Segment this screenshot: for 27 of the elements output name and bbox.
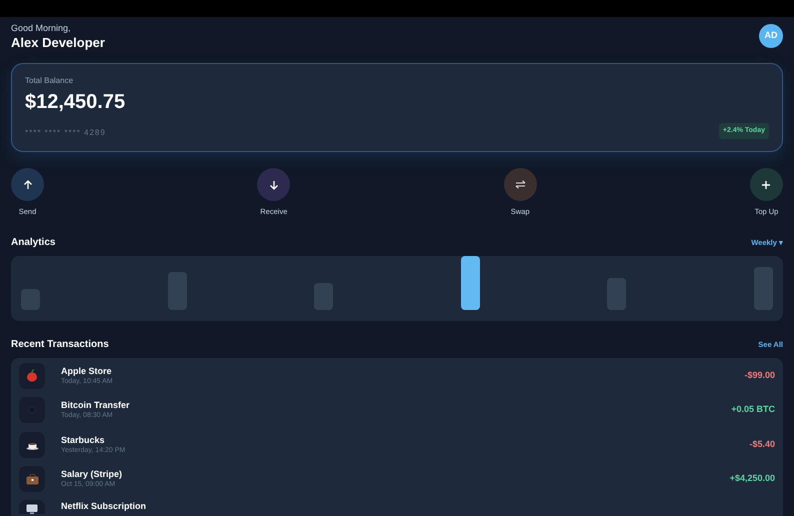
section-title: Analytics [11,236,56,250]
transaction-name: Netflix Subscription [61,500,146,512]
apple-icon [26,369,38,382]
transaction-name: Salary (Stripe) [61,468,122,480]
tv-icon [26,504,38,514]
balance-label: Total Balance [25,75,74,87]
balance-amount: $12,450.75 [25,90,126,115]
transaction-amount: +0.05 BTC [731,403,775,416]
transaction-name: Bitcoin Transfer [61,399,130,411]
section-title: Recent Transactions [11,338,109,352]
user-name: Alex Developer [11,34,105,52]
transaction-name: Starbucks [61,434,106,446]
plus-icon [762,180,770,188]
transaction-amount: +$4,250.00 [730,472,775,486]
transaction-amount: -$99.00 [744,368,775,382]
briefcase-icon [26,474,38,484]
action-button[interactable] [750,168,783,201]
action-button[interactable] [11,168,44,201]
arrow-up-icon [22,180,32,190]
greeting-text: Good Morning, [11,23,72,34]
action-button[interactable] [257,168,290,201]
card-number: **** **** **** 4289 [25,127,106,139]
arrow-down-icon [268,180,279,190]
swap-icon [514,180,526,189]
transaction-amount: -$5.40 [749,438,775,451]
transaction-name: Apple Store [61,364,113,376]
action-button[interactable] [504,168,537,201]
